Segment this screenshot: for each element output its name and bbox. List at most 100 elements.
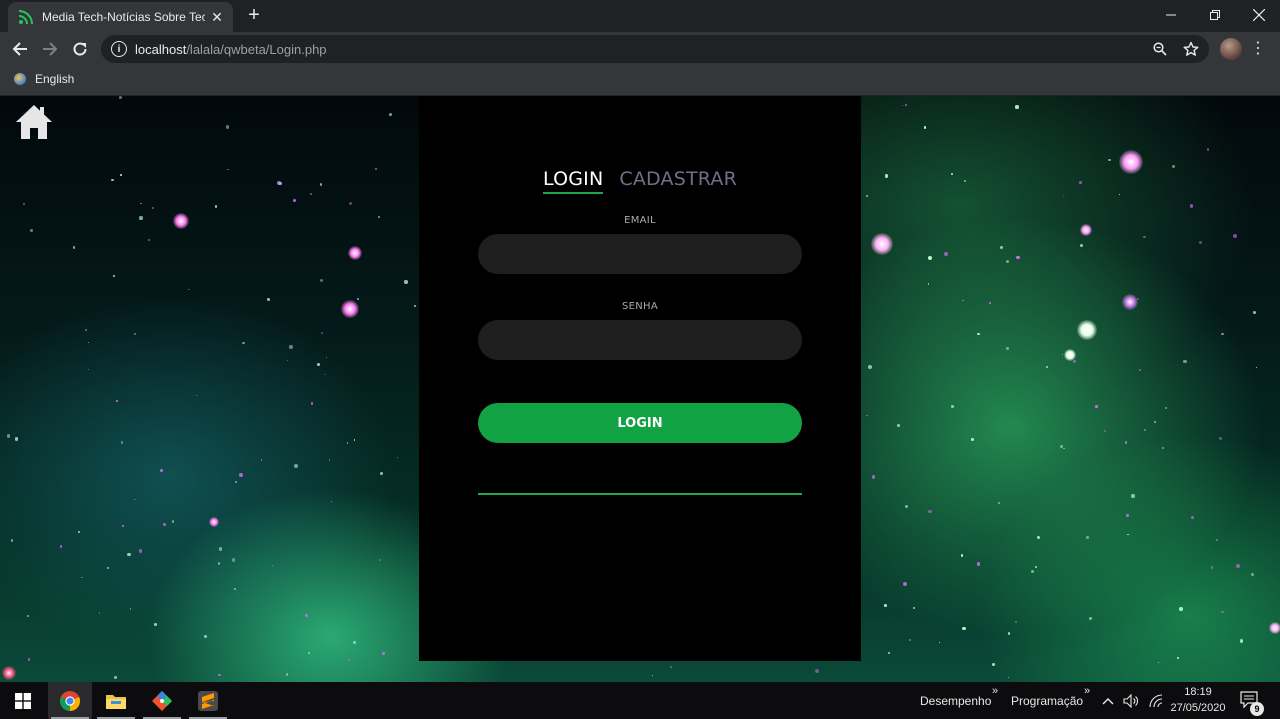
bookmark-english[interactable]: English (14, 72, 74, 86)
sublime-text-icon[interactable] (186, 682, 230, 719)
star (991, 663, 995, 667)
star (147, 238, 151, 242)
zoom-icon[interactable] (1151, 40, 1169, 58)
star (1103, 429, 1106, 432)
toolbar-desempenho[interactable]: Desempenho (920, 682, 991, 719)
home-icon[interactable] (14, 102, 54, 142)
star (1108, 158, 1111, 162)
password-label: SENHA (621, 301, 658, 312)
star (87, 368, 90, 371)
speaker-icon[interactable] (1120, 682, 1142, 719)
new-tab-button[interactable]: + (243, 4, 265, 26)
star (943, 252, 948, 257)
star (352, 641, 356, 645)
password-field[interactable] (478, 320, 802, 360)
file-explorer-icon[interactable] (94, 682, 138, 719)
star (328, 459, 331, 461)
star (1030, 570, 1034, 574)
star (357, 298, 359, 301)
star (310, 193, 313, 196)
star (121, 441, 124, 444)
close-tab-icon[interactable]: ✕ (209, 9, 225, 26)
browser-tab-bar: Media Tech-Notícias Sobre Tecno ✕ + (0, 0, 1280, 32)
star (151, 207, 154, 210)
star (1183, 359, 1188, 364)
chrome-taskbar-icon[interactable] (48, 682, 92, 719)
star (1255, 366, 1258, 368)
tab-login[interactable]: LOGIN (542, 168, 604, 194)
star (173, 213, 189, 229)
star (951, 173, 954, 176)
bookmark-star-icon[interactable] (1182, 40, 1200, 58)
star (159, 469, 163, 473)
tab-register[interactable]: CADASTRAR (619, 168, 737, 194)
star (286, 359, 288, 362)
star (382, 652, 386, 655)
wifi-icon[interactable] (1146, 682, 1166, 719)
chevron-up-icon[interactable] (1100, 682, 1116, 719)
browser-tab-title: Media Tech-Notícias Sobre Tecno (42, 10, 205, 24)
windows-start-icon[interactable] (0, 682, 46, 719)
star (203, 635, 207, 639)
star (977, 562, 981, 566)
star (305, 614, 308, 617)
close-window-icon[interactable] (1238, 0, 1280, 30)
star (319, 183, 323, 186)
star (1095, 405, 1098, 408)
star (1269, 622, 1280, 634)
git-gui-icon[interactable] (140, 682, 184, 719)
star (209, 517, 219, 527)
star (902, 581, 907, 586)
star (310, 401, 314, 405)
star (348, 201, 353, 206)
star (962, 627, 966, 631)
login-button[interactable]: LOGIN (478, 403, 802, 443)
star (218, 673, 221, 676)
chevron-right-icon[interactable]: » (1084, 685, 1090, 697)
star (928, 256, 933, 261)
star (320, 331, 324, 335)
star (1143, 235, 1146, 239)
star (652, 674, 654, 677)
star (871, 475, 876, 479)
back-arrow-icon[interactable] (8, 37, 32, 61)
star (23, 203, 26, 206)
star (2, 666, 16, 680)
page-background: LOGIN CADASTRAR EMAIL SENHA LOGIN (0, 96, 1280, 682)
star (239, 473, 244, 477)
star (231, 557, 236, 562)
profile-avatar[interactable] (1220, 38, 1242, 60)
browser-tab[interactable]: Media Tech-Notícias Sobre Tecno ✕ (8, 2, 233, 32)
toolbar-programacao[interactable]: Programação (1011, 682, 1083, 719)
forward-arrow-icon[interactable] (38, 37, 62, 61)
site-info-icon[interactable]: i (111, 41, 127, 57)
star (970, 437, 975, 441)
minimize-window-icon[interactable] (1150, 0, 1192, 30)
star (81, 576, 83, 579)
browser-menu-icon[interactable]: ⋮ (1250, 37, 1266, 61)
star (905, 504, 909, 508)
star (319, 278, 324, 283)
star (669, 665, 672, 668)
star (375, 168, 377, 170)
restore-window-icon[interactable] (1194, 0, 1236, 30)
star (162, 522, 167, 527)
reload-icon[interactable] (68, 37, 92, 61)
auth-tabs: LOGIN CADASTRAR (419, 168, 861, 194)
star (1005, 259, 1009, 263)
star (271, 564, 274, 567)
address-bar[interactable]: i localhost/lalala/qwbeta/Login.php (101, 35, 1209, 63)
star (119, 96, 122, 99)
star (1036, 535, 1041, 540)
star (1080, 224, 1092, 236)
system-clock[interactable]: 18:19 27/05/2020 (1168, 684, 1228, 716)
star (1119, 150, 1143, 174)
star (923, 126, 927, 129)
chevron-right-icon[interactable]: » (992, 685, 998, 697)
email-field[interactable] (478, 234, 802, 274)
star (1063, 194, 1065, 197)
star (1007, 676, 1010, 679)
star (1126, 533, 1129, 536)
star (114, 676, 117, 679)
star (294, 463, 298, 468)
